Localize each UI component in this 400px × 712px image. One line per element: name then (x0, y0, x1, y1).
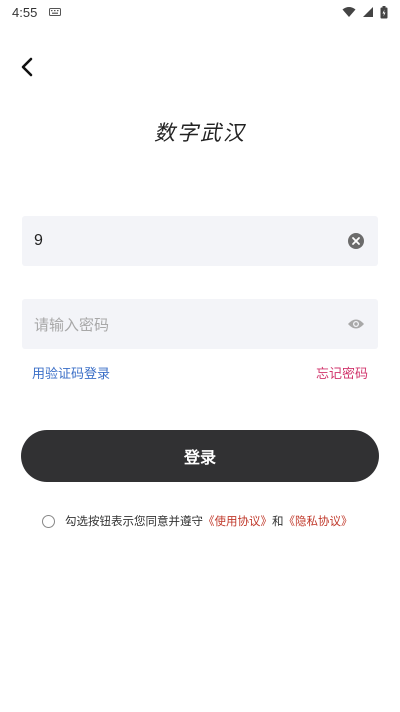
login-button-label: 登录 (183, 448, 216, 467)
clear-circle-icon (348, 233, 364, 249)
status-right (342, 5, 388, 19)
phone-input-value[interactable]: 9 (34, 232, 346, 250)
status-left: 4:55 (12, 4, 62, 20)
eye-icon (347, 318, 365, 330)
status-bar: 4:55 (0, 0, 400, 24)
cellular-signal-icon (362, 6, 374, 18)
back-button[interactable] (14, 54, 40, 80)
forgot-password-link[interactable]: 忘记密码 (316, 363, 368, 382)
agreement-and-text: 和 (272, 514, 284, 528)
agreement-text: 勾选按钮表示您同意并遵守 (65, 514, 203, 528)
agreement-row: 勾选按钮表示您同意并遵守 《使用协议》 和 《隐私协议》 (42, 513, 353, 529)
login-screen: 4:55 数字武汉 9 请输入密码 用验证码登录 忘记密码 登录 勾选按钮表示您… (0, 0, 400, 712)
wifi-icon (342, 6, 356, 18)
sms-login-link[interactable]: 用验证码登录 (32, 363, 110, 382)
battery-icon (380, 5, 388, 19)
agreement-radio[interactable] (42, 514, 55, 528)
privacy-policy-link[interactable]: 《隐私协议》 (284, 513, 353, 529)
status-time: 4:55 (12, 4, 38, 20)
login-button[interactable]: 登录 (21, 430, 379, 482)
chevron-left-icon (20, 57, 34, 77)
clear-input-button[interactable] (346, 231, 366, 251)
app-title: 数字武汉 (154, 121, 246, 145)
password-input-placeholder[interactable]: 请输入密码 (34, 314, 346, 335)
password-field[interactable]: 请输入密码 (22, 299, 378, 349)
toggle-password-visibility-button[interactable] (346, 314, 366, 334)
notification-keyboard-icon (49, 8, 62, 16)
phone-field[interactable]: 9 (22, 216, 378, 266)
terms-of-use-link[interactable]: 《使用协议》 (203, 513, 272, 529)
